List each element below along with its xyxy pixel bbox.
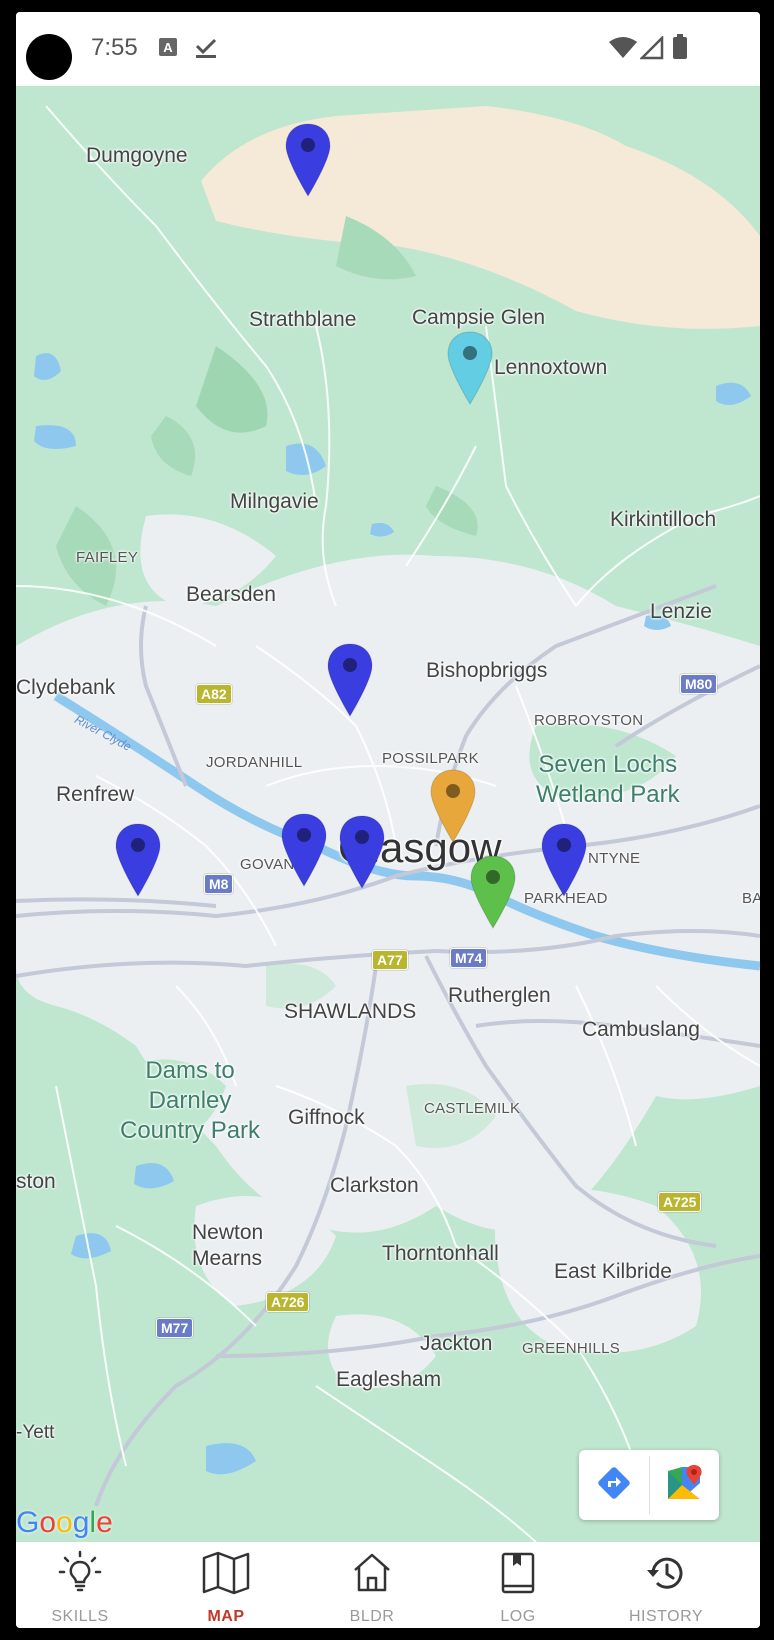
camera-cutout <box>26 34 72 80</box>
place-east-kilbride: East Kilbride <box>554 1260 672 1283</box>
place-dalmarnock: NTYNE <box>588 850 641 867</box>
place-eaglesham: Eaglesham <box>336 1368 442 1391</box>
bottom-navigation: SKILLS MAP BLDR LOG HISTORY <box>16 1542 760 1628</box>
place-greenhills: GREENHILLS <box>522 1340 621 1357</box>
google-maps-icon <box>664 1463 704 1508</box>
place-seven-lochs: Seven Lochs Wetland Park <box>536 750 680 810</box>
map-pin-city-centre[interactable] <box>429 768 477 844</box>
nav-label-log: LOG <box>500 1608 536 1625</box>
open-in-google-maps-button[interactable] <box>649 1450 719 1520</box>
place-rutherglen: Rutherglen <box>448 984 551 1007</box>
signal-icon <box>638 34 664 65</box>
phone-frame: 7:55 A Dumgoyne Strathblane Campsie Glen… <box>0 0 774 1640</box>
place-thorntonhall: Thorntonhall <box>382 1242 499 1265</box>
place-newton-mearns: Newton Mearns <box>192 1220 263 1272</box>
road-m80: M80 <box>680 674 718 694</box>
place-yett: -Yett <box>16 1422 55 1443</box>
google-attribution: Google <box>16 1506 113 1540</box>
place-lenzie: Lenzie <box>650 600 712 623</box>
place-bearsden: Bearsden <box>186 583 276 606</box>
keyboard-icon: A <box>158 37 178 62</box>
map-pin-parkhead[interactable] <box>540 822 588 898</box>
status-time: 7:55 <box>91 34 138 61</box>
directions-icon <box>596 1465 632 1506</box>
place-renfrew: Renfrew <box>56 783 135 806</box>
map-pin-lennoxtown[interactable] <box>446 330 494 406</box>
place-cambuslang: Cambuslang <box>582 1018 700 1041</box>
svg-text:A: A <box>163 40 173 55</box>
place-jackton: Jackton <box>420 1332 493 1355</box>
seven-lochs-line-2: Wetland Park <box>536 781 680 808</box>
place-jordanhill: JORDANHILL <box>206 754 303 771</box>
place-dumgoyne: Dumgoyne <box>86 144 188 167</box>
check-icon <box>194 37 218 64</box>
google-logo: Google <box>16 1506 113 1539</box>
nav-label-map: MAP <box>207 1608 245 1625</box>
place-faifley: FAIFLEY <box>76 549 139 566</box>
map-pin-dumgoyne-hills[interactable] <box>284 122 332 198</box>
place-milngavie: Milngavie <box>230 490 319 513</box>
seven-lochs-line-1: Seven Lochs <box>538 751 678 778</box>
map-toolbar <box>579 1450 719 1520</box>
place-strathblane: Strathblane <box>249 308 357 331</box>
place-ston: ston <box>16 1170 56 1193</box>
place-bishopbriggs: Bishopbriggs <box>426 659 548 682</box>
road-m8: M8 <box>204 874 234 894</box>
app-screen: 7:55 A Dumgoyne Strathblane Campsie Glen… <box>16 12 760 1628</box>
road-a77: A77 <box>372 950 408 970</box>
place-castlemilk: CASTLEMILK <box>424 1100 521 1117</box>
status-bar: 7:55 A <box>16 12 760 86</box>
place-clydebank: Clydebank <box>16 676 116 699</box>
dams-line-3: Country Park <box>120 1117 261 1144</box>
place-giffnock: Giffnock <box>288 1106 365 1129</box>
newton-mearns-line-1: Newton <box>192 1221 264 1244</box>
road-a82: A82 <box>196 684 232 704</box>
map-pin-glasgow-west[interactable] <box>338 814 386 890</box>
nav-label-history: HISTORY <box>628 1608 704 1625</box>
nav-item-skills[interactable]: SKILLS <box>20 1542 140 1628</box>
road-m74: M74 <box>450 948 488 968</box>
nav-label-bldr: BLDR <box>349 1608 395 1625</box>
dams-line-1: Dams to <box>145 1057 235 1084</box>
place-campsie-glen: Campsie Glen <box>412 306 546 329</box>
nav-label-skills: SKILLS <box>51 1608 109 1625</box>
directions-button[interactable] <box>579 1450 649 1520</box>
place-kirkintilloch: Kirkintilloch <box>610 508 717 531</box>
nav-item-log[interactable]: LOG <box>458 1542 578 1628</box>
map-view[interactable]: Dumgoyne Strathblane Campsie Glen Lennox… <box>16 86 760 1542</box>
place-dams-to-darnley: Dams to Darnley Country Park <box>120 1056 260 1146</box>
map-pin-maryhill[interactable] <box>326 642 374 718</box>
place-edge-right: BA <box>742 890 760 907</box>
place-shawlands: SHAWLANDS <box>284 1000 417 1023</box>
map-base-layer <box>16 86 760 1542</box>
wifi-icon <box>608 36 638 65</box>
road-a726: A726 <box>266 1292 310 1312</box>
place-lennoxtown: Lennoxtown <box>494 356 608 379</box>
nav-item-bldr[interactable]: BLDR <box>312 1542 432 1628</box>
battery-icon <box>672 34 688 65</box>
nav-item-history[interactable]: HISTORY <box>606 1542 726 1628</box>
map-pin-govan[interactable] <box>280 812 328 888</box>
map-pin-gorbals[interactable] <box>469 854 517 930</box>
nav-item-map[interactable]: MAP <box>166 1542 286 1628</box>
place-possilpark: POSSILPARK <box>382 750 479 767</box>
place-robroyston: ROBROYSTON <box>534 712 644 729</box>
dams-line-2: Darnley <box>148 1087 232 1114</box>
map-pin-renfrew[interactable] <box>114 822 162 898</box>
newton-mearns-line-2: Mearns <box>192 1247 263 1270</box>
road-a725: A725 <box>658 1192 702 1212</box>
place-clarkston: Clarkston <box>330 1174 419 1197</box>
road-m77: M77 <box>156 1318 194 1338</box>
